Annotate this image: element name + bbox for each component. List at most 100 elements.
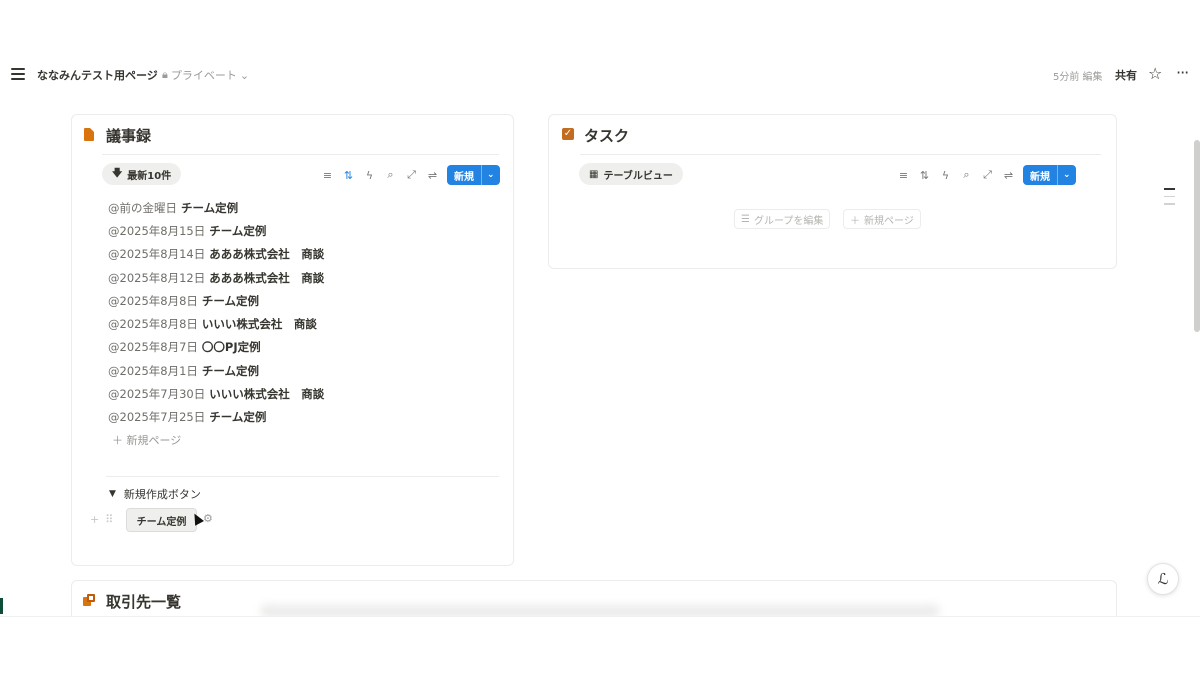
scrollbar[interactable] <box>1194 140 1200 332</box>
page-title[interactable]: ななみんテスト用ページ <box>37 67 158 83</box>
chevron-down-icon: ⌄ <box>239 68 250 82</box>
chevron-down-icon[interactable]: ⌄ <box>481 165 500 185</box>
item-date: @2025年8月12日 <box>108 270 206 285</box>
minutes-list-item[interactable]: @2025年8月14日 あああ株式会社 商談 <box>108 243 324 266</box>
tasks-new-page-button[interactable]: ＋ 新規ページ <box>843 209 921 229</box>
gear-icon[interactable]: ⚙ <box>203 512 213 525</box>
star-icon[interactable]: ☆ <box>1148 64 1162 83</box>
item-title: 〇〇PJ定例 <box>201 340 261 355</box>
item-date: @前の金曜日 <box>108 200 177 215</box>
drag-handle-icon[interactable]: ⠿ <box>105 513 113 526</box>
expand-icon[interactable]: ⤢ <box>977 168 998 182</box>
new-button-toggle[interactable]: ▼ 新規作成ボタン <box>109 486 201 502</box>
assistant-icon[interactable]: ℒ <box>1147 563 1179 595</box>
minutes-list-item[interactable]: @2025年7月25日 チーム定例 <box>108 406 324 429</box>
minutes-section-divider <box>106 476 499 477</box>
minutes-toolbar: ≡ ⇅ ϟ ⌕ ⤢ ⇌ 新規 ⌄ <box>317 165 500 185</box>
table-view-pill[interactable]: ▦ テーブルビュー <box>579 163 683 185</box>
plus-icon[interactable]: + <box>90 513 99 526</box>
item-title: チーム定例 <box>201 293 260 308</box>
topbar: ななみんテスト用ページ 🔒︎ プライベート ⌄ 5分前 編集 共有 ☆ ··· <box>0 60 1200 90</box>
settings-sliders-icon[interactable]: ⇌ <box>422 169 443 182</box>
settings-sliders-icon[interactable]: ⇌ <box>998 169 1019 182</box>
toggle-label: 新規作成ボタン <box>123 488 201 501</box>
search-icon[interactable]: ⌕ <box>380 168 401 182</box>
new-page-label: 新規ページ <box>864 215 914 227</box>
lightning-icon[interactable]: ϟ <box>935 169 956 182</box>
chevron-down-icon[interactable]: ⌄ <box>1057 165 1076 185</box>
minutes-new-page[interactable]: ＋ 新規ページ <box>112 432 181 448</box>
item-date: @2025年8月7日 <box>108 340 198 355</box>
minutes-list-item[interactable]: @2025年8月8日 いいい株式会社 商談 <box>108 312 324 335</box>
filter-icon[interactable]: ≡ <box>317 169 338 182</box>
tasks-divider <box>580 154 1101 155</box>
minutes-new-button[interactable]: 新規 ⌄ <box>447 165 500 185</box>
minutes-list-item[interactable]: @2025年8月7日 〇〇PJ定例 <box>108 336 324 359</box>
lock-icon: 🔒︎ <box>162 68 168 81</box>
edit-group-button[interactable]: ☰ グループを編集 <box>734 209 831 229</box>
table-icon: ▦ <box>589 168 599 180</box>
clients-title[interactable]: 取引先一覧 <box>106 591 181 612</box>
minutes-list-item[interactable]: @2025年8月12日 あああ株式会社 商談 <box>108 266 324 289</box>
template-button[interactable]: チーム定例 <box>126 508 197 532</box>
menu-icon[interactable] <box>11 68 25 80</box>
sort-view-pill[interactable]: 🡇 最新10件 <box>102 163 182 185</box>
item-title: チーム定例 <box>209 223 267 238</box>
search-icon[interactable]: ⌕ <box>956 168 977 182</box>
plus-icon: ＋ <box>850 215 860 227</box>
bottom-blank-area <box>0 616 1200 675</box>
item-date: @2025年8月14日 <box>108 247 206 262</box>
minutes-list-item[interactable]: @2025年8月1日 チーム定例 <box>108 359 324 382</box>
privacy-label: プライベート <box>170 69 237 82</box>
privacy-selector[interactable]: 🔒︎ プライベート ⌄ <box>162 67 249 83</box>
table-of-contents[interactable] <box>1164 188 1175 211</box>
table-view-label: テーブルビュー <box>603 170 673 182</box>
item-title: チーム定例 <box>181 200 239 215</box>
item-title: いいい株式会社 商談 <box>209 387 325 402</box>
item-title: チーム定例 <box>209 410 267 425</box>
item-title: いいい株式会社 商談 <box>201 317 317 332</box>
item-date: @2025年7月30日 <box>108 387 206 402</box>
sort-view-label: 最新10件 <box>127 170 172 182</box>
tasks-new-button[interactable]: 新規 ⌄ <box>1023 165 1076 185</box>
minutes-divider <box>102 154 499 155</box>
sort-icon[interactable]: ⇅ <box>914 169 935 182</box>
item-title: チーム定例 <box>201 363 260 378</box>
document-icon <box>84 128 94 141</box>
toc-line[interactable] <box>1164 195 1175 197</box>
item-date: @2025年8月15日 <box>108 223 206 238</box>
plus-icon: ＋ <box>112 434 123 447</box>
item-title: あああ株式会社 商談 <box>209 247 325 262</box>
window-corner <box>0 598 3 614</box>
floating-shadow <box>260 603 940 617</box>
item-date: @2025年8月8日 <box>108 293 198 308</box>
sort-icon[interactable]: ⇅ <box>338 169 359 182</box>
item-date: @2025年8月8日 <box>108 317 198 332</box>
toc-line[interactable] <box>1164 203 1175 205</box>
tasks-card <box>548 114 1117 269</box>
new-button-label: 新規 <box>1030 171 1050 183</box>
block-handles: + ⠿ <box>90 513 113 526</box>
linked-database-icon <box>83 594 95 606</box>
item-title: あああ株式会社 商談 <box>209 270 325 285</box>
arrow-down-icon: 🡇 <box>112 167 123 179</box>
edited-timestamp: 5分前 編集 <box>1053 72 1103 83</box>
lightning-icon[interactable]: ϟ <box>359 169 380 182</box>
minutes-title[interactable]: 議事録 <box>106 125 151 146</box>
tasks-toolbar: ≡ ⇅ ϟ ⌕ ⤢ ⇌ 新規 ⌄ <box>893 165 1076 185</box>
filter-icon[interactable]: ≡ <box>893 169 914 182</box>
new-button-label: 新規 <box>454 171 474 183</box>
minutes-list: @前の金曜日 チーム定例 @2025年8月15日 チーム定例 @2025年8月14日 ああ… <box>108 196 324 429</box>
share-button[interactable]: 共有 <box>1115 67 1137 83</box>
minutes-list-item[interactable]: @2025年8月8日 チーム定例 <box>108 289 324 312</box>
minutes-list-item[interactable]: @2025年7月30日 いいい株式会社 商談 <box>108 382 324 405</box>
expand-icon[interactable]: ⤢ <box>401 168 422 182</box>
minutes-list-item[interactable]: @2025年8月15日 チーム定例 <box>108 219 324 242</box>
checkbox-icon: ✓ <box>562 128 574 140</box>
item-date: @2025年7月25日 <box>108 410 206 425</box>
tasks-title[interactable]: タスク <box>584 125 629 146</box>
more-icon[interactable]: ··· <box>1176 63 1189 82</box>
minutes-list-item[interactable]: @前の金曜日 チーム定例 <box>108 196 324 219</box>
top-blank-area <box>0 0 1200 60</box>
toc-line[interactable] <box>1164 188 1175 190</box>
